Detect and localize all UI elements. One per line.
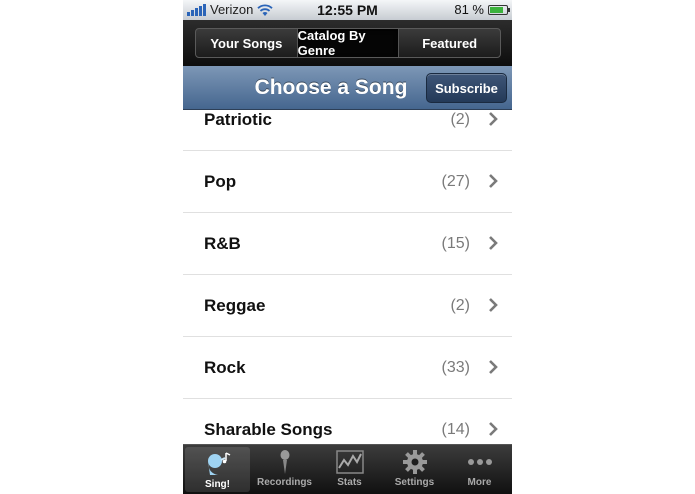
chart-icon	[335, 450, 364, 474]
microphone-icon	[280, 450, 289, 474]
genre-list-viewport[interactable]: Patriotic (2) Pop (27) R&B (15) Reggae (…	[183, 110, 512, 444]
battery-icon	[488, 4, 510, 15]
genre-count: (2)	[450, 111, 470, 128]
phone-screen: Verizon 12:55 PM 81 % Your Songs Catalog…	[183, 0, 512, 494]
chevron-right-icon	[489, 422, 498, 436]
chevron-right-icon	[489, 360, 498, 374]
list-item[interactable]: Reggae (2)	[183, 275, 512, 337]
gear-icon	[402, 450, 427, 474]
genre-label: Patriotic	[204, 110, 273, 129]
tab-sing[interactable]: Sing!	[185, 447, 250, 492]
chevron-right-icon	[489, 112, 498, 126]
list-item[interactable]: R&B (15)	[183, 213, 512, 275]
tab-label: Settings	[394, 477, 435, 488]
battery-percent: 81 %	[454, 2, 484, 17]
genre-count: (2)	[450, 297, 470, 314]
tab-settings[interactable]: Settings	[382, 445, 447, 494]
list-item[interactable]: Rock (33)	[183, 337, 512, 399]
singer-icon	[207, 452, 230, 475]
subscribe-button[interactable]: Subscribe	[426, 73, 507, 103]
tab-label: More	[467, 477, 492, 488]
tab-label: Stats	[337, 477, 362, 488]
list-item[interactable]: Patriotic (2)	[183, 110, 512, 151]
status-bar: Verizon 12:55 PM 81 %	[183, 0, 512, 20]
segment-catalog-by-genre[interactable]: Catalog By Genre	[297, 29, 400, 57]
chevron-right-icon	[489, 298, 498, 312]
genre-label: R&B	[204, 234, 241, 253]
genre-count: (14)	[441, 421, 470, 438]
genre-count: (33)	[441, 359, 470, 376]
list-item[interactable]: Pop (27)	[183, 151, 512, 213]
genre-label: Rock	[204, 358, 246, 377]
list-item[interactable]: Sharable Songs (14)	[183, 399, 512, 444]
genre-label: Sharable Songs	[204, 420, 333, 439]
segmented-control-bar: Your Songs Catalog By Genre Featured	[183, 20, 512, 66]
tab-more[interactable]: More	[447, 445, 512, 494]
tab-label: Recordings	[256, 477, 312, 488]
tab-label: Sing!	[205, 479, 230, 490]
genre-label: Reggae	[204, 296, 266, 315]
genre-label: Pop	[204, 172, 237, 191]
tab-recordings[interactable]: Recordings	[252, 445, 317, 494]
navigation-bar: Choose a Song Subscribe	[183, 66, 512, 110]
segment-your-songs[interactable]: Your Songs	[196, 29, 298, 57]
chevron-right-icon	[489, 174, 498, 188]
status-right: 81 %	[454, 2, 510, 17]
segmented-control: Your Songs Catalog By Genre Featured	[195, 28, 501, 58]
more-icon	[467, 459, 492, 465]
segment-featured[interactable]: Featured	[399, 29, 500, 57]
tab-bar: Sing! Recordings Stats Settings More	[183, 444, 512, 494]
genre-list: Patriotic (2) Pop (27) R&B (15) Reggae (…	[183, 110, 512, 444]
chevron-right-icon	[489, 236, 498, 250]
genre-count: (15)	[441, 235, 470, 252]
genre-count: (27)	[441, 173, 470, 190]
battery-fill	[490, 6, 503, 13]
tab-stats[interactable]: Stats	[317, 445, 382, 494]
